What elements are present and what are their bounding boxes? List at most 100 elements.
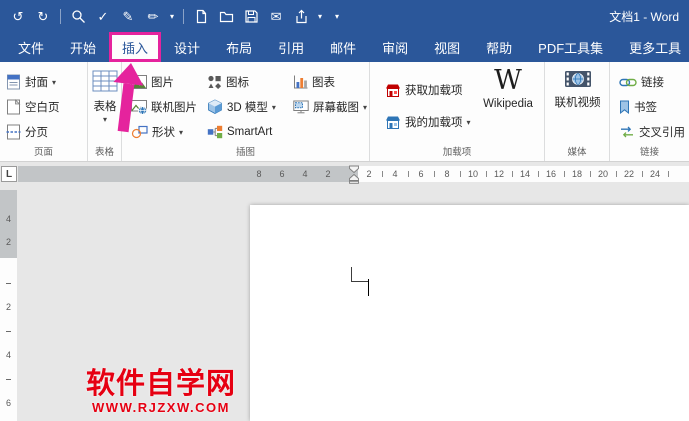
ruler-number: 2 [325, 169, 331, 179]
ruler-number: 6 [5, 398, 11, 408]
wikipedia-icon: W [494, 65, 522, 96]
window-title: 文档1 - Word [609, 9, 679, 24]
icons-icon [207, 75, 222, 89]
share-icon[interactable] [293, 8, 309, 24]
redo-icon[interactable]: ↻ [35, 8, 51, 24]
shapes-label: 形状 [152, 127, 175, 139]
pen-dropdown-caret-icon[interactable]: ▾ [170, 12, 174, 21]
annotation-arrow-shaft [117, 83, 134, 133]
group-addins: 获取加载项 我的加载项 ▾ W Wikipedia 加载项 [370, 62, 545, 161]
open-folder-icon[interactable] [218, 8, 234, 24]
ruler-number: 4 [392, 169, 398, 179]
tab-stop-selector[interactable]: L [1, 166, 17, 182]
tab-more-tools[interactable]: 更多工具 [616, 32, 689, 62]
group-illustrations: 图片 联机图片 形状 ▾ 图标 3D 模型 ▾ SmartArt 图表 屏幕截图… [122, 62, 370, 161]
spelling-check-icon[interactable]: ✓ [95, 8, 111, 24]
ruler-number: 8 [256, 169, 262, 179]
bookmark-button[interactable]: 书签 [616, 95, 660, 119]
page-break-button[interactable]: 分页 [3, 120, 51, 144]
group-media: 联机视频 媒体 [545, 62, 610, 161]
ruler-number: 6 [279, 169, 285, 179]
screenshot-icon [293, 100, 309, 114]
get-addins-icon [385, 83, 401, 98]
annotation-arrow-head [113, 61, 146, 86]
cover-page-button[interactable]: 封面 ▾ [3, 70, 59, 94]
chart-icon [293, 75, 308, 89]
ruler-number: 22 [623, 169, 634, 179]
ruler-tick [6, 331, 11, 332]
smartart-label: SmartArt [227, 126, 273, 138]
page-break-icon [6, 124, 21, 140]
print-preview-icon[interactable] [70, 8, 86, 24]
bookmark-icon [619, 100, 630, 114]
online-video-icon [564, 69, 592, 92]
text-cursor [368, 279, 369, 296]
pen-icon[interactable]: ✏ [145, 8, 161, 24]
new-document-icon[interactable] [193, 8, 209, 24]
ribbon: 封面 ▾ 空白页 分页 页面 表格 ▾ 表格 图片 联机图片 形状 ▾ 图标 3… [0, 62, 689, 162]
quick-access-toolbar: ↺ ↻ ✓ ✎ ✏ ▾ ✉ ▾ ▾ [10, 8, 339, 24]
tab-review[interactable]: 审阅 [369, 32, 421, 62]
tab-home[interactable]: 开始 [57, 32, 109, 62]
ruler-number: 8 [444, 169, 450, 179]
cover-page-label: 封面 [25, 77, 48, 89]
ruler-number: 24 [649, 169, 660, 179]
save-icon[interactable] [243, 8, 259, 24]
ruler-number: 2 [5, 302, 11, 312]
online-video-button[interactable]: 联机视频 [547, 69, 608, 110]
group-label-addins: 加载项 [442, 147, 472, 158]
page-break-label: 分页 [25, 127, 48, 139]
wikipedia-button[interactable]: W Wikipedia [476, 65, 540, 111]
bookmark-label: 书签 [634, 102, 657, 114]
3d-models-button[interactable]: 3D 模型 ▾ [204, 95, 279, 119]
smartart-icon [207, 125, 223, 139]
icons-button[interactable]: 图标 [204, 70, 252, 94]
smartart-button[interactable]: SmartArt [204, 120, 275, 144]
titlebar: ↺ ↻ ✓ ✎ ✏ ▾ ✉ ▾ ▾ 文档1 - Word [0, 0, 689, 32]
blank-page-button[interactable]: 空白页 [3, 95, 63, 119]
tab-help[interactable]: 帮助 [473, 32, 525, 62]
tab-references[interactable]: 引用 [265, 32, 317, 62]
group-links: 链接 书签 交叉引用 链接 [610, 62, 689, 161]
tab-insert[interactable]: 插入 [109, 32, 162, 62]
blank-page-label: 空白页 [25, 102, 60, 114]
tab-pdf-tools[interactable]: PDF工具集 [525, 32, 616, 62]
group-label-table: 表格 [94, 147, 114, 158]
get-addins-button[interactable]: 获取加载项 [382, 78, 466, 102]
chart-button[interactable]: 图表 [290, 70, 338, 94]
link-label: 链接 [641, 77, 664, 89]
ruler-number: 6 [418, 169, 424, 179]
ruler-number: 4 [5, 350, 11, 360]
screenshot-label: 屏幕截图 [313, 102, 359, 114]
share-dropdown-caret-icon[interactable]: ▾ [318, 12, 322, 21]
group-label-links: 链接 [639, 147, 659, 158]
tab-layout[interactable]: 布局 [213, 32, 265, 62]
link-button[interactable]: 链接 [616, 70, 667, 94]
tab-mailings[interactable]: 邮件 [317, 32, 369, 62]
ribbon-tab-row: 文件 开始 插入 设计 布局 引用 邮件 审阅 视图 帮助 PDF工具集 更多工… [0, 32, 689, 62]
document-page[interactable] [250, 205, 689, 421]
cross-reference-icon [619, 126, 635, 138]
3d-models-label: 3D 模型 [227, 102, 268, 114]
edit-pencil-icon[interactable]: ✎ [120, 8, 136, 24]
indent-markers[interactable] [347, 165, 361, 184]
my-addins-button[interactable]: 我的加载项 ▾ [382, 110, 474, 134]
ruler-number: 12 [493, 169, 504, 179]
toolbar-separator [60, 8, 61, 24]
tab-design[interactable]: 设计 [161, 32, 213, 62]
icons-label: 图标 [226, 77, 249, 89]
tab-file[interactable]: 文件 [5, 32, 57, 62]
ruler-number: 18 [571, 169, 582, 179]
cross-reference-button[interactable]: 交叉引用 [616, 120, 688, 144]
group-pages: 封面 ▾ 空白页 分页 页面 [0, 62, 88, 161]
tab-view[interactable]: 视图 [421, 32, 473, 62]
undo-icon[interactable]: ↺ [10, 8, 26, 24]
screenshot-button[interactable]: 屏幕截图 ▾ [290, 95, 370, 119]
text-boundary-corner-mark [351, 267, 368, 282]
customize-toolbar-caret-icon[interactable]: ▾ [335, 12, 339, 21]
ruler-number: 20 [597, 169, 608, 179]
group-label-illustrations: 插图 [235, 147, 255, 158]
online-video-label: 联机视频 [554, 97, 601, 109]
email-icon[interactable]: ✉ [268, 8, 284, 24]
get-addins-label: 获取加载项 [405, 85, 463, 97]
